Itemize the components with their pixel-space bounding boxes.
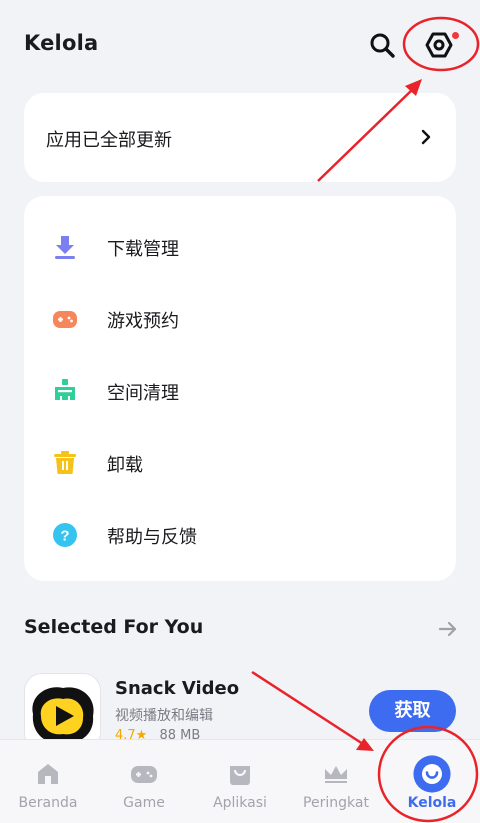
gamepad-icon xyxy=(53,311,77,328)
game-icon xyxy=(131,766,157,783)
update-status-card[interactable]: 应用已全部更新 xyxy=(24,93,456,182)
app-description: 视频播放和编辑 xyxy=(115,708,213,724)
menu-item-uninstall[interactable]: 卸载 xyxy=(24,432,456,492)
tab-kelola[interactable]: Kelola xyxy=(384,740,480,823)
annotation-arrow-kelola xyxy=(251,670,364,746)
menu-item-space-clean[interactable]: 空间清理 xyxy=(24,360,456,420)
search-icon xyxy=(370,33,395,58)
menu-item-label: 帮助与反馈 xyxy=(107,527,197,548)
section-title: Selected For You xyxy=(24,616,204,638)
help-icon: ? xyxy=(53,523,77,547)
crown-icon xyxy=(325,766,347,783)
menu-item-label: 卸载 xyxy=(107,455,143,476)
home-icon xyxy=(38,764,58,784)
arrow-right-icon[interactable] xyxy=(437,618,459,640)
chevron-right-icon xyxy=(421,129,431,145)
tab-label: Beranda xyxy=(18,795,78,811)
update-status-label: 应用已全部更新 xyxy=(46,130,172,151)
manage-icon xyxy=(413,755,451,793)
clean-icon xyxy=(55,379,75,400)
download-icon xyxy=(55,236,75,259)
header: Kelola xyxy=(0,0,480,90)
page-title: Kelola xyxy=(24,31,99,55)
tab-aplikasi[interactable]: Aplikasi xyxy=(192,740,288,823)
menu-item-label: 下载管理 xyxy=(107,239,179,260)
search-button[interactable] xyxy=(367,30,397,60)
menu-item-label: 游戏预约 xyxy=(107,311,179,332)
get-app-button[interactable]: 获取 xyxy=(369,690,456,732)
tab-game[interactable]: Game xyxy=(96,740,192,823)
menu-item-label: 空间清理 xyxy=(107,383,179,404)
manage-menu: 下载管理 游戏预约 空间清理 卸载 ? 帮助与反馈 xyxy=(24,196,456,581)
bottom-tab-bar: Beranda Game Aplikasi Peringkat Kelola xyxy=(0,739,480,823)
menu-item-game-reservation[interactable]: 游戏预约 xyxy=(24,288,456,348)
tab-beranda[interactable]: Beranda xyxy=(0,740,96,823)
tab-label: Game xyxy=(123,795,165,811)
tab-label: Kelola xyxy=(407,795,457,811)
svg-text:?: ? xyxy=(60,528,69,545)
menu-item-download[interactable]: 下载管理 xyxy=(24,216,456,276)
tab-peringkat[interactable]: Peringkat xyxy=(288,740,384,823)
trash-icon xyxy=(54,451,76,474)
app-name: Snack Video xyxy=(115,678,240,699)
tab-label: Aplikasi xyxy=(213,795,267,811)
notification-dot xyxy=(452,32,459,39)
menu-item-help-feedback[interactable]: ? 帮助与反馈 xyxy=(24,504,456,564)
bag-icon xyxy=(230,766,250,785)
tab-label: Peringkat xyxy=(303,795,369,811)
